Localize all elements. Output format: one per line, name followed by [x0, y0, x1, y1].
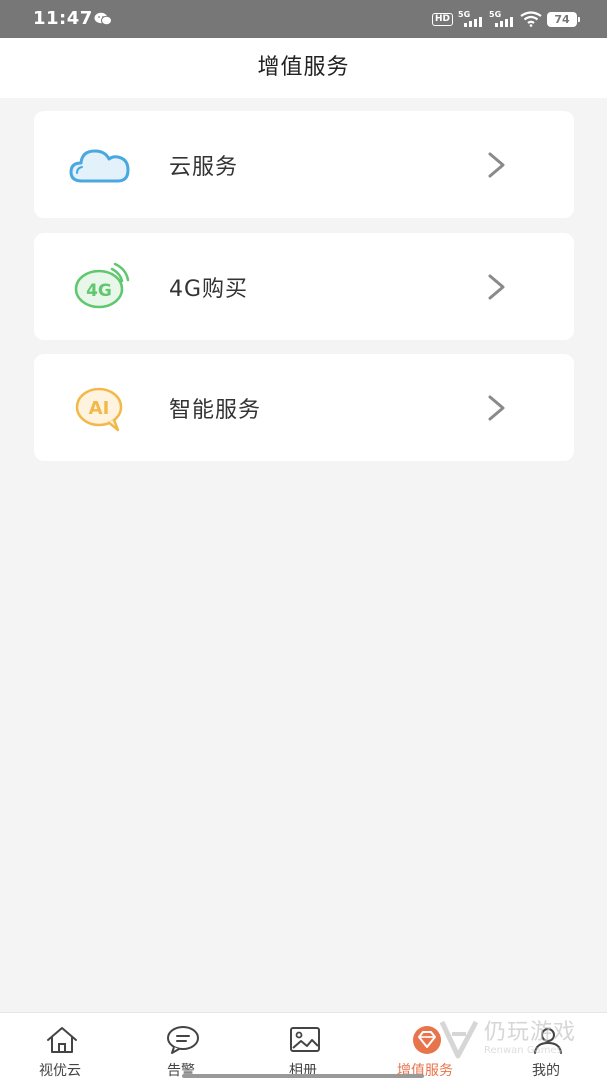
4g-icon-text: 4G — [86, 281, 112, 301]
status-indicators: HD 5G 5G 74 — [431, 9, 580, 29]
battery-icon: 74 — [547, 11, 580, 27]
chevron-right-icon — [488, 152, 505, 178]
signal-icon: 5G — [489, 10, 515, 28]
service-label: 4G购买 — [169, 277, 249, 302]
ai-icon: AI — [75, 387, 123, 432]
service-label: 云服务 — [169, 155, 239, 180]
chevron-right-icon — [488, 274, 505, 300]
tab-value-added[interactable]: 增值服务 — [370, 1013, 480, 1080]
tab-mine[interactable]: 我的 — [491, 1013, 601, 1080]
status-time: 11:47 — [33, 8, 93, 29]
service-item-cloud[interactable]: 云服务 — [34, 111, 574, 218]
diamond-icon — [413, 1026, 441, 1054]
status-bar: 11:47 HD 5G 5G 74 — [0, 0, 607, 38]
wechat-icon — [94, 12, 112, 26]
4g-icon: 4G — [74, 262, 130, 309]
signal-icon: 5G — [458, 10, 484, 28]
home-indicator[interactable] — [182, 1074, 424, 1078]
bottom-tab-bar: 视优云 告警 相册 增值服务 我的 — [0, 1012, 607, 1080]
ai-icon-text: AI — [89, 398, 110, 419]
cloud-icon — [69, 149, 130, 183]
user-icon — [534, 1028, 562, 1054]
home-icon — [47, 1027, 77, 1053]
page-title: 增值服务 — [257, 55, 350, 80]
service-item-ai[interactable]: AI 智能服务 — [34, 354, 574, 461]
tab-alarm[interactable]: 告警 — [126, 1013, 236, 1080]
tab-home[interactable]: 视优云 — [5, 1013, 115, 1080]
chevron-right-icon — [488, 395, 505, 421]
wifi-icon — [520, 11, 542, 27]
hd-badge: HD — [431, 12, 453, 26]
title-bar: 增值服务 — [0, 38, 607, 98]
service-label: 智能服务 — [169, 398, 262, 423]
service-item-4g[interactable]: 4G 4G购买 — [34, 233, 574, 340]
tab-album[interactable]: 相册 — [248, 1013, 358, 1080]
alarm-icon — [167, 1026, 199, 1054]
tab-label: 我的 — [532, 1063, 560, 1079]
tab-label: 视优云 — [39, 1063, 81, 1079]
album-icon — [290, 1027, 320, 1052]
